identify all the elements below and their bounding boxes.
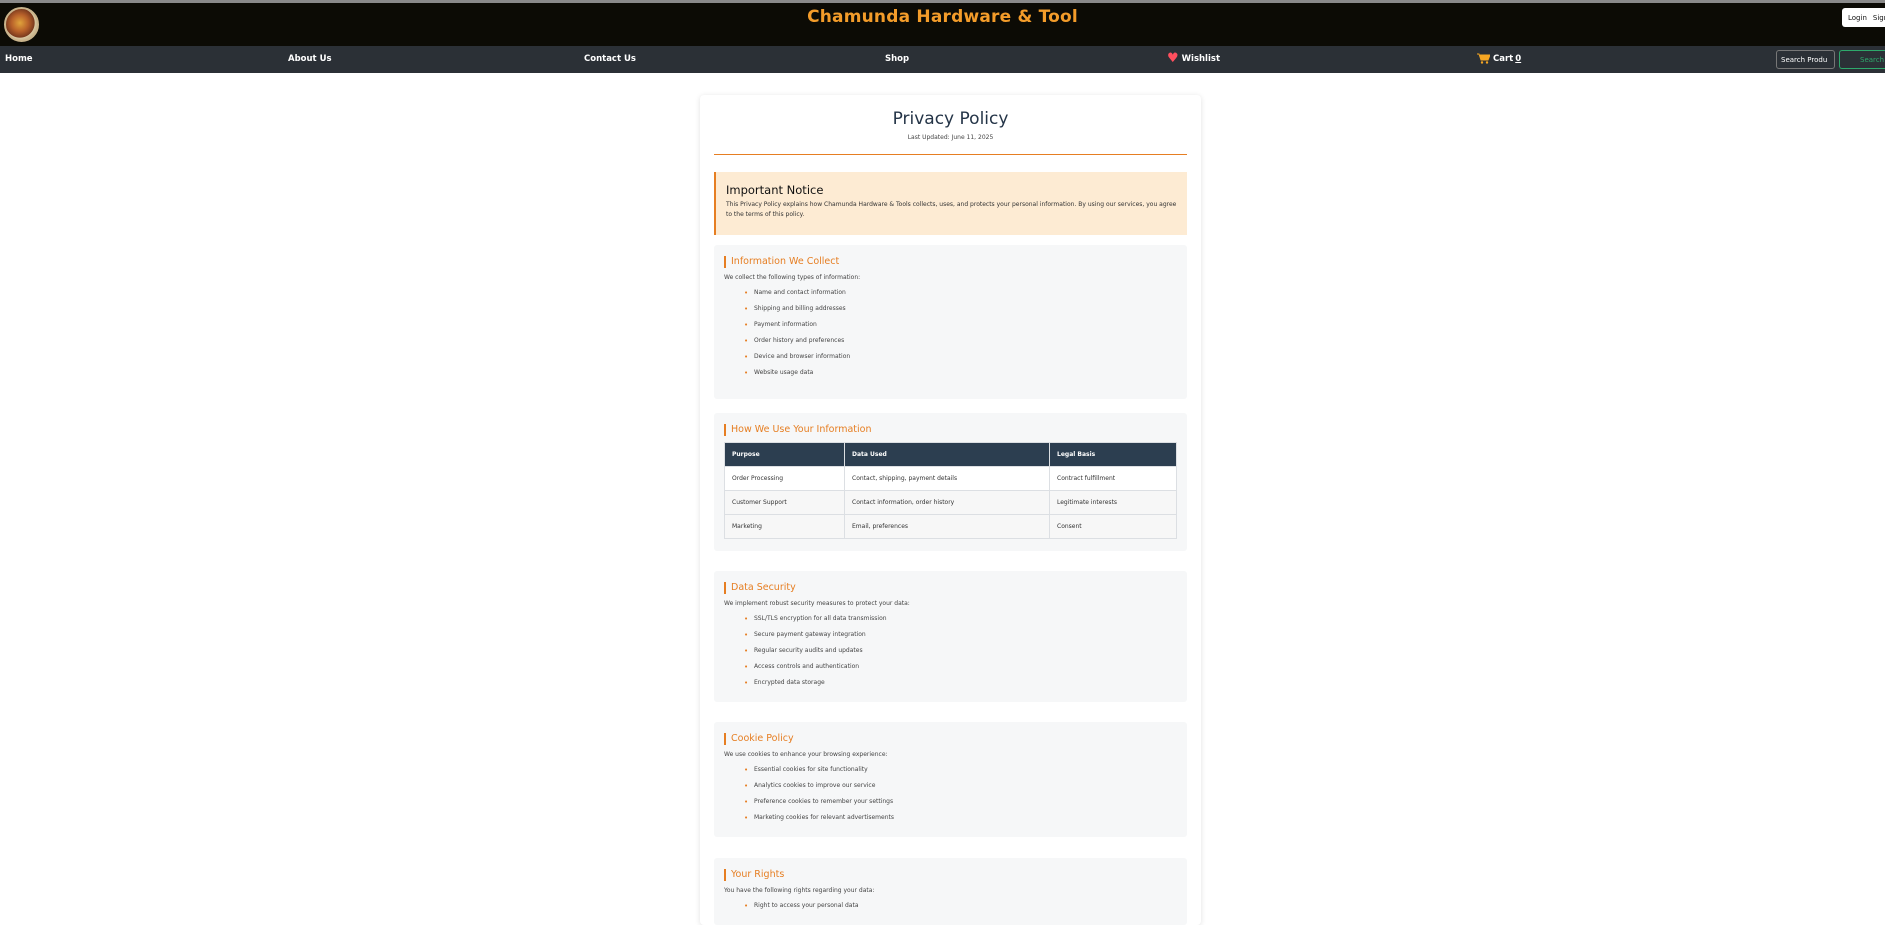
table-cell: Contact information, order history: [844, 490, 1050, 515]
page-title: Privacy Policy: [892, 109, 1009, 129]
cart-label: Cart: [1493, 54, 1514, 64]
table-row: Marketing Email, preferences Consent: [724, 514, 1177, 539]
last-updated: Last Updated: June 11, 2025: [907, 134, 994, 141]
list-item: Website usage data: [744, 365, 1177, 381]
security-list: SSL/TLS encryption for all data transmis…: [724, 611, 1177, 691]
search-button[interactable]: Search: [1839, 50, 1885, 69]
list-item: Essential cookies for site functionality: [744, 762, 1177, 778]
auth-links: Login Sign: [1842, 8, 1885, 27]
nav-about[interactable]: About Us: [288, 46, 332, 73]
table-header: Legal Basis: [1049, 442, 1177, 467]
list-item: Device and browser information: [744, 349, 1177, 365]
section-intro: We use cookies to enhance your browsing …: [724, 751, 888, 758]
privacy-policy-card: Privacy Policy Last Updated: June 11, 20…: [700, 95, 1201, 925]
notice-text: This Privacy Policy explains how Chamund…: [726, 201, 1177, 218]
title-divider: [714, 154, 1187, 155]
login-link[interactable]: Login: [1848, 14, 1867, 22]
table-cell: Contract fulfillment: [1049, 466, 1177, 491]
nav-contact[interactable]: Contact Us: [584, 46, 636, 73]
table-cell: Consent: [1049, 514, 1177, 539]
section-collect: Information We Collect We collect the fo…: [714, 245, 1187, 399]
notice-title: Important Notice: [726, 183, 824, 197]
section-intro: We implement robust security measures to…: [724, 600, 910, 607]
table-cell: Contact, shipping, payment details: [844, 466, 1050, 491]
table-cell: Marketing: [724, 514, 845, 539]
table-row: Order Processing Contact, shipping, paym…: [724, 466, 1177, 491]
rights-list: Right to access your personal data: [724, 898, 1177, 914]
list-item: Marketing cookies for relevant advertise…: [744, 810, 1177, 826]
section-intro: We collect the following types of inform…: [724, 274, 861, 281]
section-title: Information We Collect: [724, 256, 1177, 268]
list-item: Order history and preferences: [744, 333, 1177, 349]
collect-list: Name and contact information Shipping an…: [724, 285, 1177, 381]
table-header: Purpose: [724, 442, 845, 467]
list-item: Payment information: [744, 317, 1177, 333]
main-nav: Home About Us Contact Us Shop ♥ Wishlist …: [0, 46, 1885, 73]
table-header: Data Used: [844, 442, 1050, 467]
heart-icon: ♥: [1167, 51, 1179, 66]
cart-icon: [1477, 53, 1490, 64]
section-title: How We Use Your Information: [724, 424, 1177, 436]
table-cell: Order Processing: [724, 466, 845, 491]
table-row: Customer Support Contact information, or…: [724, 490, 1177, 515]
top-header: Chamunda Hardware & Tool Login Sign: [0, 0, 1885, 46]
table-cell: Customer Support: [724, 490, 845, 515]
section-title: Your Rights: [724, 869, 1177, 881]
search-input[interactable]: [1776, 50, 1835, 69]
section-title: Data Security: [724, 582, 1177, 594]
section-cookies: Cookie Policy We use cookies to enhance …: [714, 722, 1187, 837]
wishlist-label: Wishlist: [1181, 54, 1221, 64]
table-cell: Email, preferences: [844, 514, 1050, 539]
important-notice: Important Notice This Privacy Policy exp…: [714, 172, 1187, 235]
section-rights: Your Rights You have the following right…: [714, 858, 1187, 925]
nav-cart[interactable]: Cart 0: [1477, 46, 1521, 73]
list-item: Encrypted data storage: [744, 675, 1177, 691]
nav-shop[interactable]: Shop: [885, 46, 909, 73]
list-item: Regular security audits and updates: [744, 643, 1177, 659]
signup-link[interactable]: Sign: [1873, 14, 1885, 22]
nav-wishlist[interactable]: ♥ Wishlist: [1167, 46, 1220, 73]
section-use: How We Use Your Information Purpose Data…: [714, 413, 1187, 551]
usage-table: Purpose Data Used Legal Basis Order Proc…: [724, 442, 1177, 539]
nav-home[interactable]: Home: [5, 46, 33, 73]
section-security: Data Security We implement robust securi…: [714, 571, 1187, 702]
table-cell: Legitimate interests: [1049, 490, 1177, 515]
cart-count[interactable]: 0: [1515, 54, 1521, 64]
section-intro: You have the following rights regarding …: [724, 887, 875, 894]
list-item: Secure payment gateway integration: [744, 627, 1177, 643]
site-title: Chamunda Hardware & Tool: [807, 7, 1078, 27]
table-header-row: Purpose Data Used Legal Basis: [724, 442, 1177, 467]
section-title: Cookie Policy: [724, 733, 1177, 745]
list-item: Preference cookies to remember your sett…: [744, 794, 1177, 810]
list-item: Name and contact information: [744, 285, 1177, 301]
list-item: SSL/TLS encryption for all data transmis…: [744, 611, 1177, 627]
list-item: Right to access your personal data: [744, 898, 1177, 914]
cookies-list: Essential cookies for site functionality…: [724, 762, 1177, 826]
list-item: Access controls and authentication: [744, 659, 1177, 675]
list-item: Analytics cookies to improve our service: [744, 778, 1177, 794]
list-item: Shipping and billing addresses: [744, 301, 1177, 317]
